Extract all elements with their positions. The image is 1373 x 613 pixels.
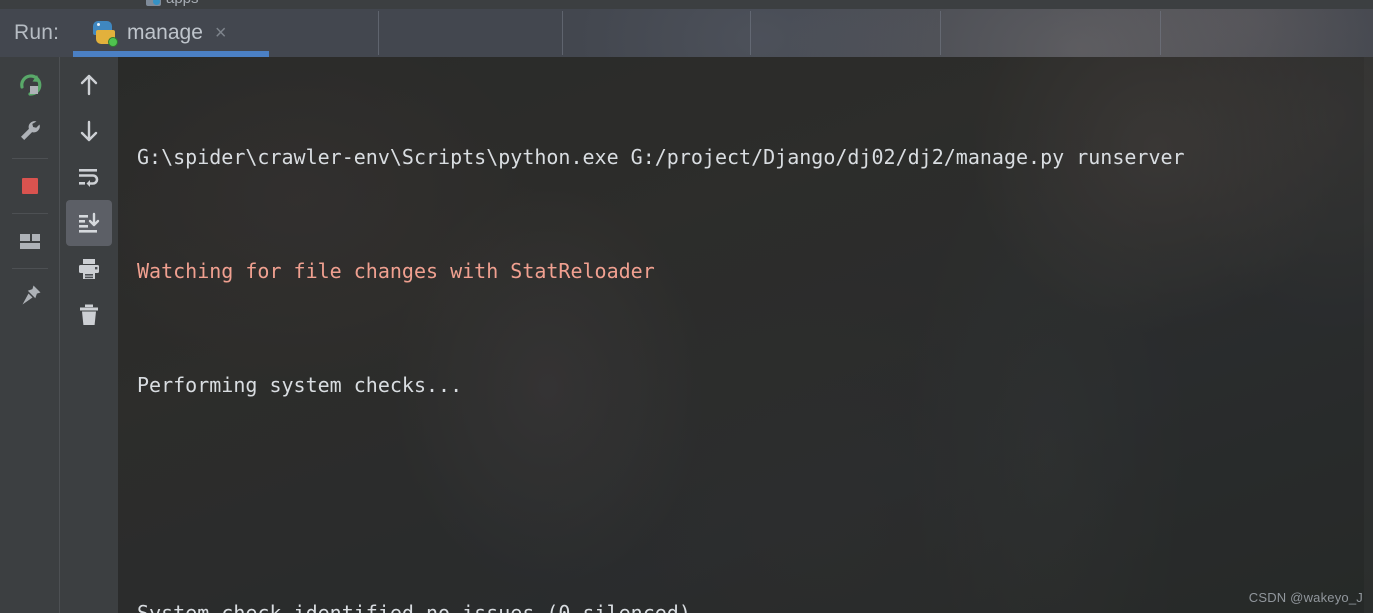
next-occurrence-button[interactable]: [66, 108, 112, 154]
console-line: Performing system checks...: [137, 373, 463, 397]
run-actions-toolbar: [0, 57, 59, 613]
module-icon: [146, 0, 161, 6]
console-text: G:\spider\crawler-env\Scripts\python.exe…: [137, 62, 1373, 613]
pycharm-run-tool-window: apps Run: manage ×: [0, 0, 1373, 613]
console-scrollbar[interactable]: [1364, 57, 1373, 613]
run-label: Run:: [14, 21, 60, 44]
run-tab-manage[interactable]: manage ×: [73, 9, 269, 57]
prev-occurrence-button[interactable]: [66, 62, 112, 108]
layout-button[interactable]: [7, 218, 53, 264]
rerun-arrow-icon: [19, 74, 41, 96]
editor-tab-label: apps: [166, 0, 199, 7]
scroll-to-end-button[interactable]: [66, 200, 112, 246]
close-icon[interactable]: ×: [215, 23, 227, 43]
tab-separator: [940, 11, 941, 55]
stop-button[interactable]: [7, 163, 53, 209]
pin-icon: [22, 285, 40, 305]
run-tab-label: manage: [127, 21, 203, 44]
soft-wrap-button[interactable]: [66, 154, 112, 200]
console-line: System check identified no issues (0 sil…: [137, 601, 703, 613]
toolbar-separator: [11, 213, 48, 214]
wrench-icon: [20, 121, 40, 140]
tab-separator: [562, 11, 563, 55]
console-actions-toolbar: [59, 57, 118, 613]
print-button[interactable]: [66, 246, 112, 292]
scroll-to-end-icon: [79, 212, 100, 233]
arrow-up-icon: [80, 74, 98, 96]
clear-all-button[interactable]: [66, 292, 112, 338]
rerun-button[interactable]: [7, 62, 53, 108]
console-line: Watching for file changes with StatReloa…: [137, 259, 655, 283]
edit-configuration-button[interactable]: [7, 108, 53, 154]
run-tab-bar-filler: [269, 9, 1373, 57]
tab-separator: [378, 11, 379, 55]
toolbar-separator: [11, 158, 48, 159]
python-run-config-icon: [91, 20, 118, 47]
tab-separator: [750, 11, 751, 55]
editor-tab-strip: apps: [0, 0, 1373, 9]
run-tool-window-header: Run: manage ×: [0, 9, 1373, 57]
toolbar-separator: [11, 268, 48, 269]
soft-wrap-icon: [79, 169, 99, 187]
console-output-panel[interactable]: G:\spider\crawler-env\Scripts\python.exe…: [118, 57, 1373, 613]
tab-separator: [1160, 11, 1161, 55]
arrow-down-icon: [80, 120, 98, 142]
run-tool-window-gutter: [0, 57, 118, 613]
pin-tab-button[interactable]: [7, 273, 53, 319]
trash-icon: [80, 304, 98, 325]
printer-icon: [79, 259, 99, 279]
console-line: G:\spider\crawler-env\Scripts\python.exe…: [137, 145, 1185, 169]
editor-tab-apps[interactable]: apps: [140, 0, 280, 9]
restore-layout-icon: [19, 234, 40, 249]
stop-square-icon: [21, 178, 38, 194]
